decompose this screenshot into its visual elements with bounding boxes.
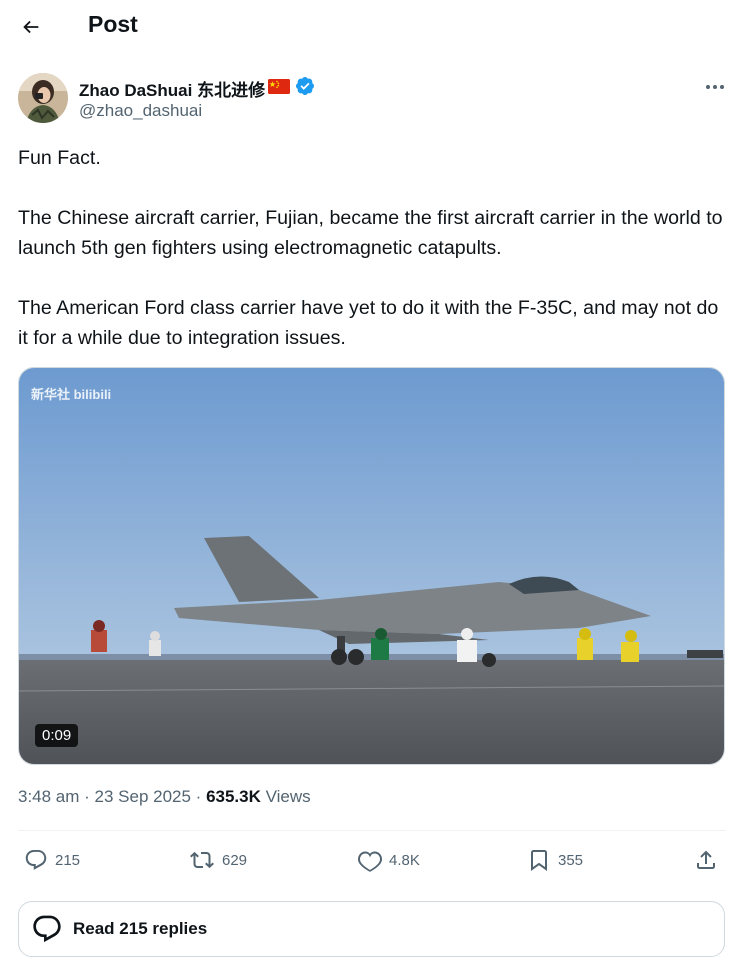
video-player[interactable]: 新华社 bilibili 0:09 (18, 367, 725, 765)
views-count: 635.3K (206, 787, 261, 806)
avatar[interactable] (18, 73, 68, 123)
video-watermark: 新华社 bilibili (31, 387, 112, 402)
tweet-text: Fun Fact. The Chinese aircraft carrier, … (18, 143, 730, 353)
author-name[interactable]: Zhao DaShuai 东北进修 (79, 76, 265, 101)
share-button[interactable] (694, 848, 725, 872)
heart-icon (358, 851, 382, 872)
tweet-paragraph: The Chinese aircraft carrier, Fujian, be… (18, 207, 723, 259)
repost-count: 629 (222, 851, 248, 869)
views-label: Views (260, 787, 311, 806)
more-horizontal-icon (706, 85, 724, 89)
reply-icon (25, 850, 47, 870)
author-handle[interactable]: @zhao_dashuai (79, 101, 202, 121)
more-options-button[interactable] (700, 76, 730, 98)
reply-count: 215 (55, 851, 81, 869)
verified-badge-icon (295, 76, 315, 101)
like-button[interactable]: 4.8K (358, 848, 420, 872)
video-frame (19, 368, 724, 764)
tweet-paragraph: The American Ford class carrier have yet… (18, 297, 719, 349)
back-button[interactable] (14, 10, 48, 44)
like-count: 4.8K (389, 851, 420, 869)
post-meta: 3:48 am · 23 Sep 2025 · 635.3K Views (18, 787, 311, 807)
action-bar: 215 629 4.8K 355 (0, 838, 746, 886)
bookmark-count: 355 (558, 851, 584, 869)
bookmark-button[interactable]: 355 (527, 848, 583, 872)
video-duration-badge: 0:09 (35, 724, 79, 747)
author-name-row[interactable]: Zhao DaShuai 东北进修 (79, 76, 315, 101)
post-timestamp[interactable]: 3:48 am · 23 Sep 2025 · (18, 787, 206, 806)
read-replies-button[interactable]: Read 215 replies (18, 901, 725, 957)
page-title: Post (88, 11, 138, 37)
repost-button[interactable]: 629 (189, 848, 247, 872)
repost-icon (190, 851, 214, 869)
reply-bubble-icon (33, 915, 61, 943)
arrow-left-icon (23, 20, 39, 34)
top-bar: Post (0, 0, 746, 52)
read-replies-label: Read 215 replies (73, 919, 208, 938)
bookmark-icon (531, 850, 547, 871)
reply-button[interactable]: 215 (24, 848, 80, 872)
tweet-paragraph: Fun Fact. (18, 147, 101, 169)
china-flag-icon (268, 78, 291, 99)
share-icon (697, 850, 715, 869)
divider (18, 830, 726, 831)
